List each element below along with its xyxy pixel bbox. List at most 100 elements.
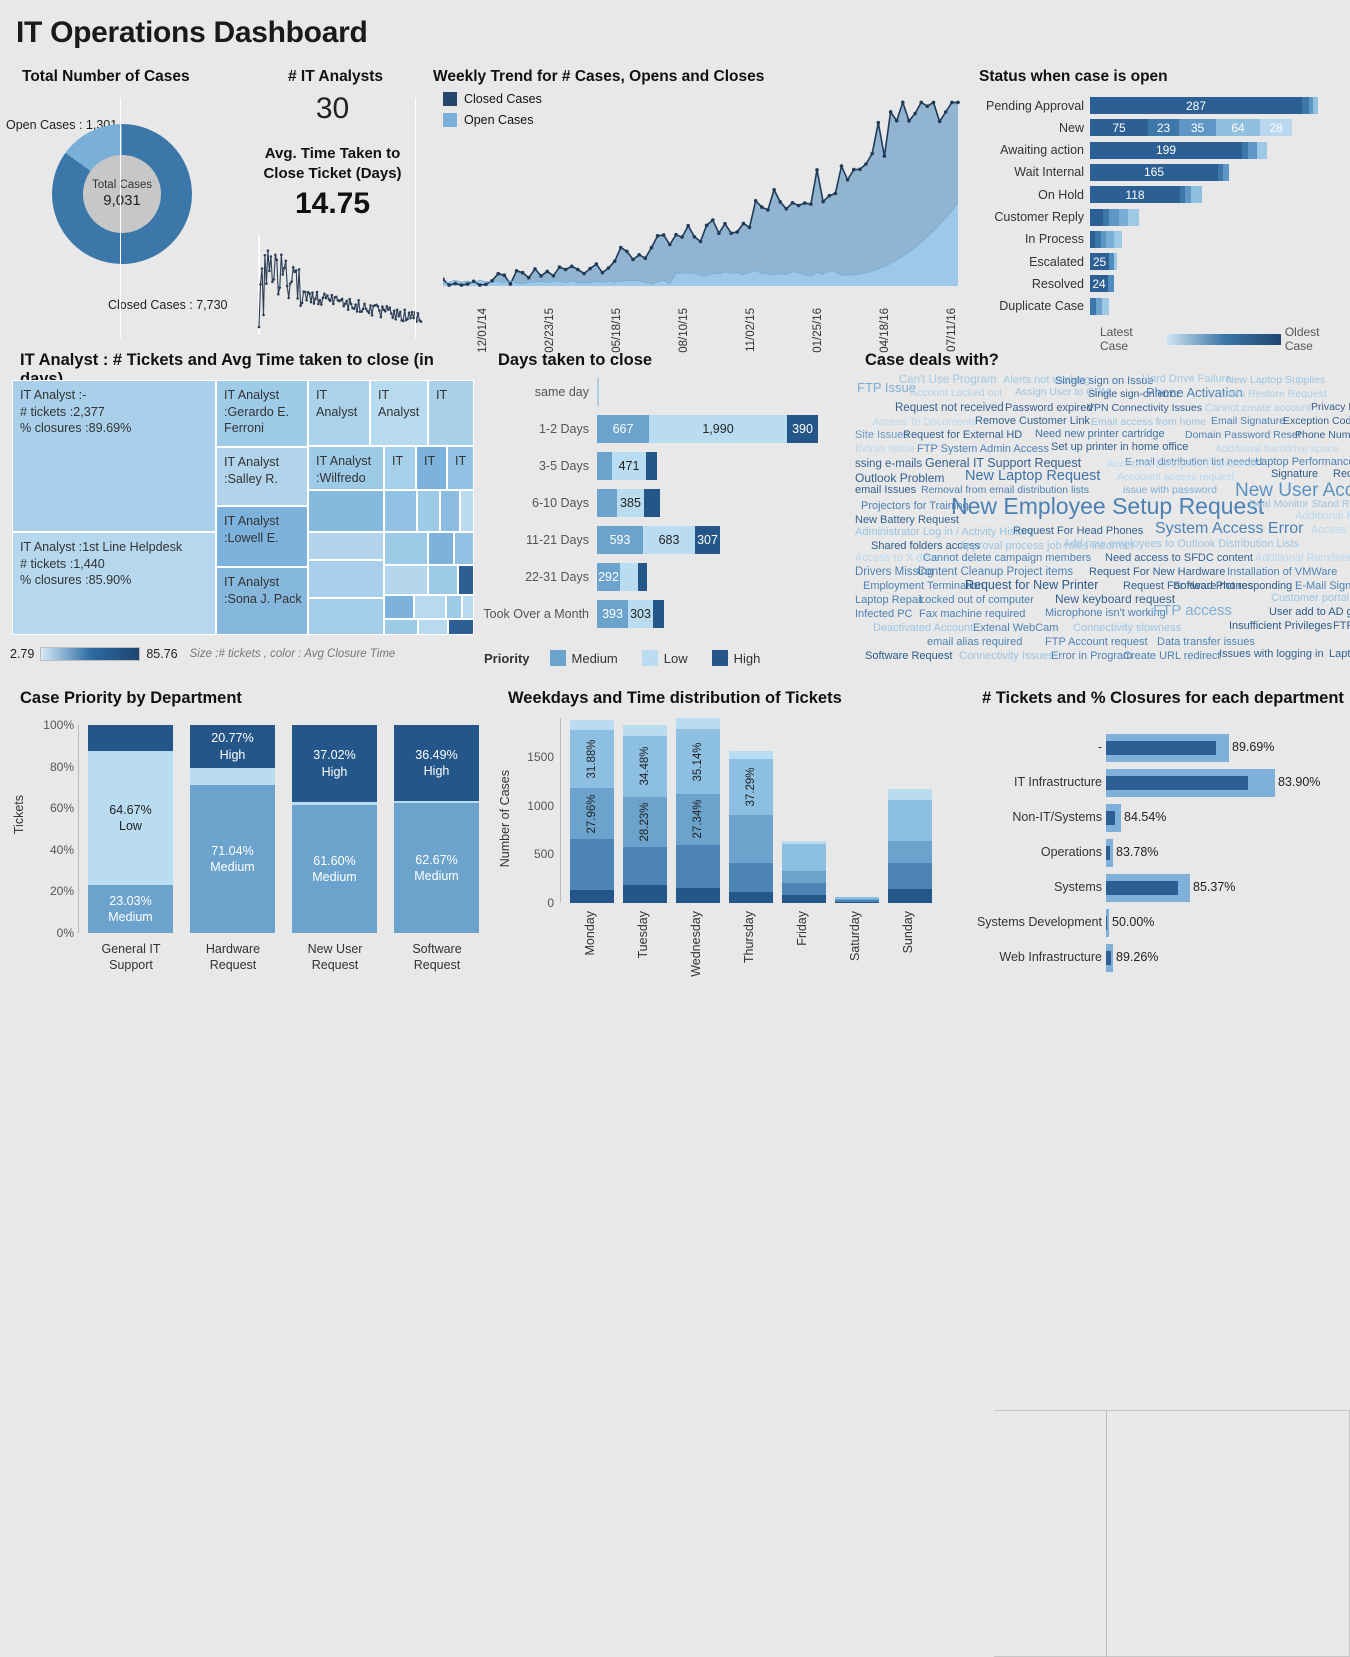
- priority-legend-high[interactable]: High: [712, 650, 761, 666]
- treemap-cell[interactable]: IT Analyst:Wilfredo: [308, 446, 384, 490]
- wordcloud-word[interactable]: tiVirus Issue: [855, 444, 915, 455]
- days-row[interactable]: same day: [480, 377, 865, 407]
- treemap-cell[interactable]: IT Analyst :1st Line Helpdesk# tickets :…: [12, 532, 216, 635]
- days-row[interactable]: 22-31 Days292: [480, 562, 865, 592]
- treemap-cell[interactable]: IT Analyst:Gerardo E.Ferroni: [216, 380, 308, 447]
- treemap-cell[interactable]: [417, 490, 440, 532]
- wordcloud-word[interactable]: Microphone isn't working: [1045, 608, 1166, 619]
- treemap-cell[interactable]: [460, 490, 474, 532]
- dept-row[interactable]: Systems Development50.00%: [960, 906, 1350, 942]
- treemap-cell[interactable]: IT Analyst:Lowell E.: [216, 506, 308, 567]
- treemap-cell[interactable]: IT: [416, 446, 447, 490]
- wordcloud-word[interactable]: Request not received: [895, 403, 1004, 415]
- treemap-cell[interactable]: [384, 565, 428, 595]
- treemap-cell[interactable]: [308, 598, 384, 635]
- wordcloud-word[interactable]: email Issues: [855, 485, 916, 496]
- wordcloud-word[interactable]: FTP System Admin Access: [917, 444, 1049, 455]
- wordcloud-word[interactable]: Add new employees to Outlook Distributio…: [1063, 539, 1299, 550]
- wordcloud-word[interactable]: E-Mail Signature Issues: [1295, 581, 1350, 592]
- wordcloud-word[interactable]: ssing e-mails: [855, 459, 922, 471]
- wordcloud-word[interactable]: Laptop replacement: [1329, 649, 1350, 660]
- dept-row[interactable]: Non-IT/Systems84.54%: [960, 801, 1350, 837]
- treemap-cell[interactable]: [428, 532, 454, 565]
- wordcloud-word[interactable]: New Battery Request: [855, 515, 959, 526]
- wordcloud-word[interactable]: Locked out of computer: [919, 595, 1034, 606]
- treemap-cell[interactable]: [418, 619, 448, 635]
- days-row[interactable]: Took Over a Month393303: [480, 599, 865, 629]
- treemap-cell[interactable]: IT Analyst :-# tickets :2,377% closures …: [12, 380, 216, 532]
- days-row[interactable]: 11-21 Days593683307: [480, 525, 865, 555]
- wordcloud-word[interactable]: Access to Network Drives: [1311, 525, 1350, 536]
- wordcloud-word[interactable]: Laptop Repair: [855, 595, 924, 606]
- treemap-cell[interactable]: [308, 490, 384, 532]
- days-row[interactable]: 3-5 Days471: [480, 451, 865, 481]
- wordcloud-word[interactable]: Deactivated Account: [873, 623, 973, 634]
- dept-row[interactable]: Operations83.78%: [960, 836, 1350, 872]
- weekdays-bar[interactable]: 37.29%: [729, 751, 773, 903]
- wordcloud-word[interactable]: Administrator Log in / Activity History: [855, 527, 1034, 538]
- wordcloud-word[interactable]: Dual Monitor Stand Request: [1249, 499, 1350, 510]
- wordcloud-word[interactable]: Fax machine required: [919, 609, 1025, 620]
- dept-row[interactable]: IT Infrastructure83.90%: [960, 766, 1350, 802]
- wordcloud-word[interactable]: Infected PC: [855, 609, 912, 620]
- treemap-cell[interactable]: [308, 560, 384, 598]
- weekly-trend-chart[interactable]: [443, 98, 963, 303]
- wordcloud-word[interactable]: Accopunt access request: [1117, 472, 1234, 483]
- wordcloud-word[interactable]: Request For Head Phones: [1013, 526, 1143, 537]
- wordcloud-word[interactable]: Laptop Performance Issues: [1255, 457, 1350, 468]
- priority-bar[interactable]: 64.67%Low23.03%Medium: [88, 725, 173, 933]
- wordcloud-word[interactable]: Access To Documents: [873, 417, 977, 428]
- weekdays-bar[interactable]: [782, 841, 826, 903]
- wordcloud-word[interactable]: Set up printer in home office: [1051, 442, 1188, 453]
- dept-row[interactable]: Systems85.37%: [960, 871, 1350, 907]
- wordcloud-word[interactable]: Cannot create account: [1205, 403, 1311, 414]
- treemap-cell[interactable]: [454, 532, 474, 565]
- priority-bar[interactable]: 37.02%High61.60%Medium: [292, 725, 377, 933]
- status-row[interactable]: Awaiting action199: [975, 141, 1350, 160]
- wordcloud-word[interactable]: Content Cleanup Project items: [917, 567, 1073, 579]
- wordcloud-word[interactable]: FTP access: [1153, 603, 1232, 618]
- wordcloud-word[interactable]: Email Signature: [1211, 416, 1285, 427]
- wordcloud-word[interactable]: Connectivity Issues: [959, 651, 1054, 662]
- dept-row[interactable]: Web Infrastructure89.26%: [960, 941, 1350, 977]
- wordcloud-word[interactable]: Access to Enterprise Framework: [1107, 459, 1259, 470]
- donut-chart[interactable]: Total Cases 9,031: [52, 124, 192, 264]
- treemap-cell[interactable]: IT: [384, 446, 416, 490]
- wordcloud-word[interactable]: Software not responding: [1173, 581, 1292, 592]
- wordcloud-word[interactable]: Request for New Printer: [965, 579, 1098, 592]
- treemap-cell[interactable]: IT Analyst:Salley R.: [216, 447, 308, 506]
- wordcloud-word[interactable]: Remove Customer Link: [975, 416, 1090, 427]
- status-row[interactable]: On Hold118: [975, 185, 1350, 204]
- priority-legend-low[interactable]: Low: [642, 650, 688, 666]
- wordcloud-word[interactable]: Additional Ram/memory: [1255, 553, 1350, 564]
- treemap-cell[interactable]: [458, 565, 474, 595]
- weekdays-bar[interactable]: [888, 789, 932, 903]
- wordcloud-word[interactable]: Account Locked out: [910, 388, 1002, 399]
- wordcloud-word[interactable]: Connectivity slowness: [1073, 623, 1181, 634]
- wordcloud-word[interactable]: Issues with logging in: [1219, 649, 1324, 660]
- wordcloud-word[interactable]: Signature: [1271, 469, 1318, 480]
- wordcloud-word[interactable]: Need access to SFDC content: [1105, 553, 1253, 564]
- wordcloud-word[interactable]: Email access from home: [1091, 417, 1206, 428]
- treemap-cell[interactable]: [462, 595, 474, 619]
- wordcloud-word[interactable]: Data transfer issues: [1157, 637, 1255, 648]
- wordcloud-word[interactable]: Privacy Filter Request: [1311, 402, 1350, 413]
- treemap-cell[interactable]: IT: [428, 380, 474, 446]
- days-row[interactable]: 6-10 Days385: [480, 488, 865, 518]
- wordcloud-word[interactable]: Additional harddrive space: [1215, 444, 1339, 455]
- treemap-cell[interactable]: [448, 619, 474, 635]
- wordcloud-word[interactable]: Hard Drive Failure: [1142, 374, 1231, 385]
- weekdays-bar[interactable]: 34.48%28.23%: [623, 725, 667, 903]
- wordcloud-word[interactable]: Installation of VMWare: [1227, 567, 1337, 578]
- priority-legend-medium[interactable]: Medium: [550, 650, 618, 666]
- treemap-cell[interactable]: [428, 565, 458, 595]
- weekdays-bar[interactable]: [835, 897, 879, 903]
- wordcloud-word[interactable]: Request for External HD: [903, 430, 1022, 441]
- wordcloud-word[interactable]: Data Restore Request: [1223, 389, 1327, 400]
- wordcloud-word[interactable]: email alias required: [927, 637, 1022, 648]
- wordcloud-word[interactable]: Error in Program: [1051, 651, 1132, 662]
- treemap-cell[interactable]: [384, 619, 418, 635]
- status-row[interactable]: New7523356428: [975, 118, 1350, 137]
- status-row[interactable]: Duplicate Case: [975, 297, 1350, 316]
- treemap-cell[interactable]: [414, 595, 446, 619]
